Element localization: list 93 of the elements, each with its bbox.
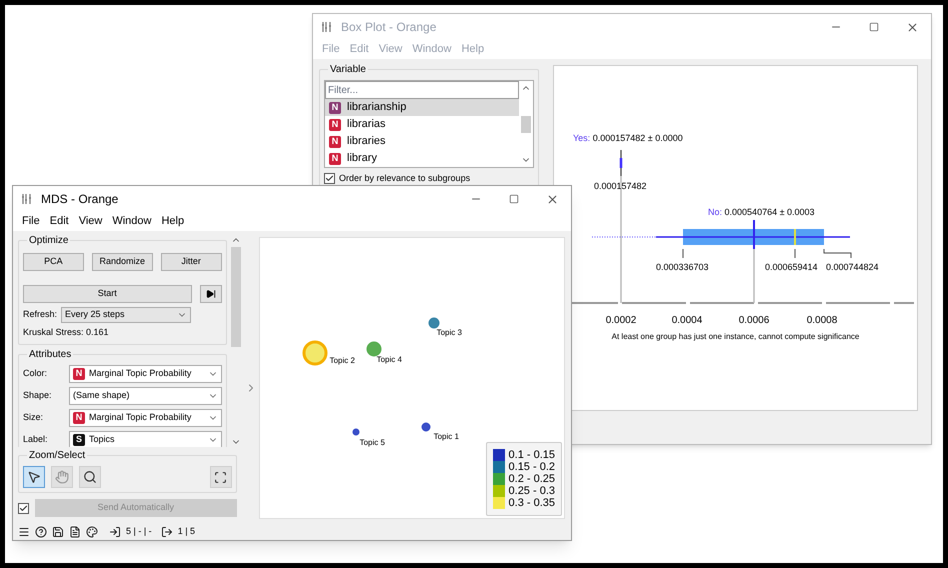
stress-text: Kruskal Stress: 0.161: [23, 326, 110, 339]
point-label: Topic 2: [330, 355, 355, 367]
variable-name: librarias: [347, 117, 386, 132]
optimize-button[interactable]: Jitter: [160, 253, 222, 271]
dropdown[interactable]: S Topics: [69, 430, 222, 447]
input-summary: 5 | - | -: [126, 525, 152, 538]
type-badge: N: [329, 152, 341, 164]
corners-icon: [214, 470, 228, 484]
optimize-button[interactable]: PCA: [23, 253, 84, 271]
group-title: Attributes: [27, 348, 74, 360]
group-summary: Yes: 0.000157482 ± 0.0000: [573, 132, 683, 145]
legend-label: 0.3 - 0.35: [508, 497, 555, 509]
dropdown[interactable]: (Same shape): [69, 386, 222, 404]
start-button[interactable]: Start: [23, 285, 192, 303]
input-icon: [109, 526, 121, 538]
menu-item[interactable]: File: [17, 213, 45, 230]
variable-name: library: [347, 151, 377, 166]
menu-item[interactable]: Window: [107, 213, 156, 230]
significance-note: At least one group has just one instance, cannot compute significance: [610, 331, 860, 343]
group-title: Optimize: [27, 235, 70, 247]
step-button[interactable]: [200, 285, 222, 303]
tick-label: 0.0002: [604, 314, 638, 328]
variable-name: libraries: [347, 134, 386, 150]
point-label: Topic 3: [436, 327, 462, 339]
variable-item[interactable]: N libraries: [325, 133, 519, 150]
type-badge: N: [73, 412, 85, 424]
value-label: 0.000336703: [656, 261, 709, 274]
value-label: 0.000744824: [826, 261, 879, 274]
checkbox[interactable]: [324, 173, 335, 184]
refresh-label: Refresh:: [23, 308, 58, 322]
close-icon: [906, 20, 918, 34]
type-badge: S: [73, 434, 85, 446]
attribute-label: Label:: [23, 432, 49, 446]
variable-item[interactable]: N library: [325, 150, 519, 167]
close-icon: [546, 192, 558, 206]
output-icon: [160, 526, 173, 538]
fit-view-button[interactable]: [210, 466, 232, 488]
tool-button[interactable]: [23, 466, 45, 488]
attribute-label: Size:: [23, 410, 44, 424]
type-badge: N: [329, 102, 341, 114]
maximize-icon: [509, 194, 519, 204]
help-icon[interactable]: [35, 526, 47, 538]
dropdown[interactable]: N Marginal Topic Probability: [69, 364, 222, 382]
checkbox-label: Order by relevance to subgroups: [339, 172, 470, 185]
app-icon: [21, 193, 33, 205]
tick-label: 0.0006: [738, 314, 770, 328]
optimize-button[interactable]: Randomize: [92, 253, 153, 271]
menu-item[interactable]: Help: [156, 213, 190, 230]
menu-item[interactable]: Edit: [44, 213, 74, 230]
tick-label: 0.0008: [806, 314, 838, 328]
type-badge: N: [73, 368, 85, 380]
skip-forward-icon: [206, 289, 216, 299]
legend-label: 0.1 - 0.15: [508, 449, 555, 461]
hand-icon: [55, 470, 69, 484]
save-icon[interactable]: [52, 526, 64, 538]
point-label: Topic 1: [434, 431, 459, 443]
legend-label: 0.15 - 0.2: [508, 461, 555, 473]
legend-label: 0.25 - 0.3: [508, 485, 555, 497]
bracket-line: [824, 248, 852, 258]
output-summary: 1 | 5: [178, 525, 196, 538]
app-icon: [321, 21, 333, 33]
maximize-icon: [869, 22, 879, 32]
median-line: [753, 220, 755, 249]
tick-label: 0.0004: [670, 314, 704, 328]
type-badge: N: [329, 118, 341, 130]
point-label: Topic 5: [360, 437, 385, 449]
pointer-icon: [27, 470, 41, 484]
dropdown[interactable]: N Marginal Topic Probability: [69, 408, 222, 426]
variable-item[interactable]: N librarianship: [325, 99, 519, 116]
value-label: 0.000157482: [594, 180, 647, 193]
variable-name: librarianship: [347, 100, 406, 116]
value-label: 0.000659414: [765, 261, 818, 274]
scroll-thumb[interactable]: [521, 116, 531, 132]
mean-line: [794, 229, 796, 245]
refresh-dropdown[interactable]: Every 25 steps: [61, 307, 192, 323]
attribute-label: Color:: [23, 366, 48, 380]
tool-button[interactable]: [79, 466, 101, 488]
legend-label: 0.2 - 0.25: [508, 473, 555, 485]
scroll-thumb[interactable]: [230, 247, 241, 347]
type-badge: N: [329, 136, 341, 148]
variable-item[interactable]: N librarias: [325, 116, 519, 133]
group-summary: No: 0.000540764 ± 0.0003: [708, 206, 815, 219]
search-icon: [83, 470, 97, 484]
palette-icon[interactable]: [86, 526, 98, 538]
point-label: Topic 4: [376, 354, 402, 366]
window-title: MDS - Orange: [41, 191, 118, 208]
attribute-label: Shape:: [23, 388, 53, 402]
menu-icon[interactable]: [18, 526, 30, 538]
filter-field[interactable]: Filter...: [325, 81, 519, 99]
report-icon[interactable]: [69, 526, 81, 538]
menu-item[interactable]: View: [74, 213, 108, 230]
window-title: Box Plot - Orange: [341, 19, 436, 36]
single-value-marker: [620, 150, 622, 176]
